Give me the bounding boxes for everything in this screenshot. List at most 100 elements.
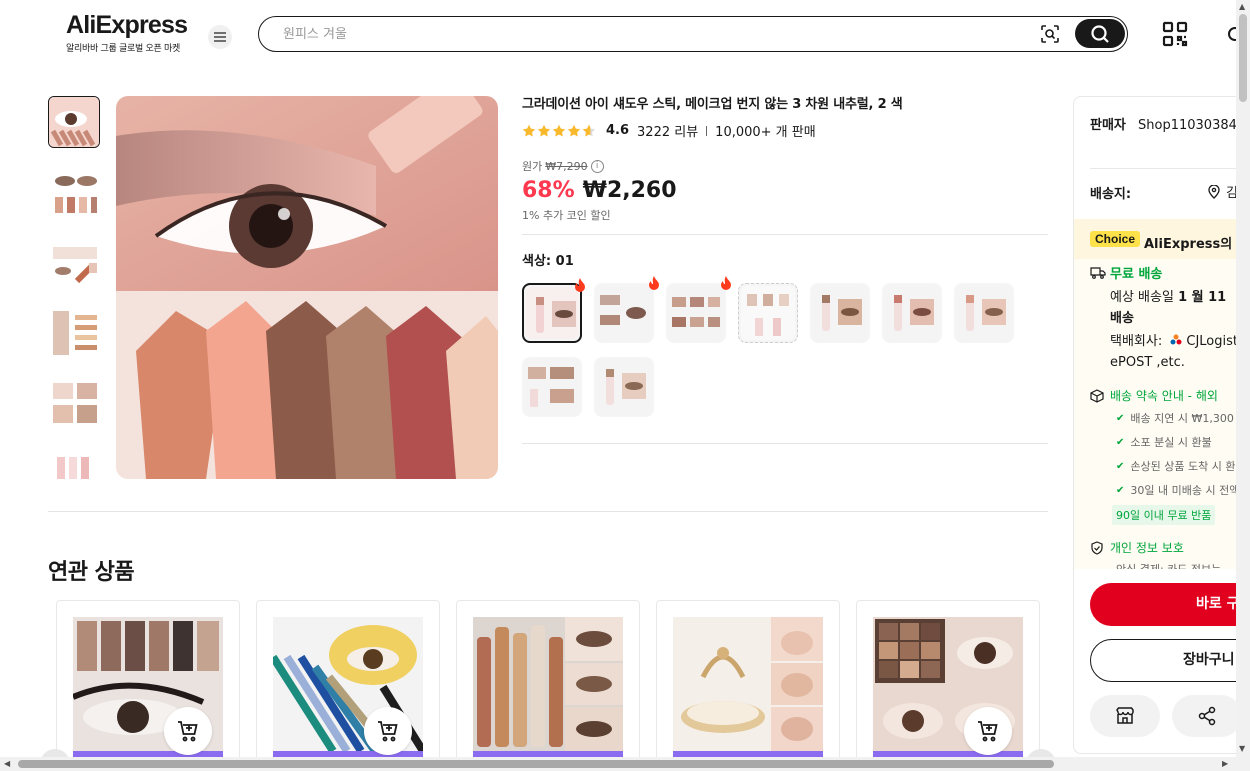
related-product-image: [673, 617, 823, 751]
color-swatch[interactable]: [594, 357, 654, 417]
carrier-name: CJLogistics,: [1186, 334, 1243, 349]
menu-button[interactable]: [208, 25, 232, 49]
camera-search-icon: [1041, 25, 1059, 43]
free-shipping[interactable]: 무료 배송: [1090, 263, 1162, 282]
coin-discount-note: 1% 추가 코인 할인: [522, 209, 611, 222]
promise-item-text: 30일 내 미배송 시 전액: [1130, 484, 1240, 497]
star-icon: [537, 124, 551, 137]
main-product-image[interactable]: [116, 96, 498, 479]
carrier-label: 택배회사:: [1110, 334, 1163, 349]
horizontal-scrollbar[interactable]: ◀ ▶: [0, 757, 1236, 771]
add-to-cart-button[interactable]: [164, 707, 212, 755]
original-price-label: 원가: [522, 160, 543, 173]
scroll-down-arrow[interactable]: ▼: [1239, 744, 1245, 753]
info-icon[interactable]: i: [590, 159, 604, 173]
add-to-cart-button[interactable]: [964, 707, 1012, 755]
thumbnail-list: [48, 96, 102, 479]
delivery-estimate: 예상 배송일 1 월 11 배송: [1110, 287, 1243, 329]
add-to-cart-button[interactable]: [364, 707, 412, 755]
divider: [522, 234, 1048, 235]
qr-code-button[interactable]: [1162, 21, 1188, 47]
vertical-scroll-thumb[interactable]: [1239, 14, 1247, 102]
thumbnail[interactable]: [48, 236, 100, 288]
promise-item: ✔ 배송 지연 시 ₩1,300 쿠: [1116, 411, 1243, 435]
thumbnail[interactable]: [48, 306, 100, 358]
seller-label: 판매자: [1090, 118, 1126, 133]
promise-item-text: 손상된 상품 도착 시 환: [1130, 460, 1236, 473]
share-icon: [1198, 706, 1216, 726]
color-swatch[interactable]: [666, 276, 731, 343]
choice-badge: Choice: [1090, 231, 1141, 247]
thumbnail[interactable]: [48, 376, 100, 428]
hot-icon: [721, 276, 731, 290]
logo-subtitle: 알리바바 그룹 글로벌 오픈 마켓: [66, 44, 180, 54]
star-icon: [552, 124, 566, 137]
privacy-protection[interactable]: 개인 정보 보호: [1090, 539, 1184, 556]
ship-to-label: 배송지:: [1090, 187, 1132, 202]
choice-text: AliExpress의 엄선: [1144, 237, 1243, 252]
share-button[interactable]: [1172, 695, 1242, 737]
color-swatches: [522, 276, 1032, 417]
search-button[interactable]: [1075, 19, 1125, 48]
sale-price: ₩2,260: [582, 178, 677, 203]
product-title: 그라데이션 아이 섀도우 스틱, 메이크업 번지 않는 3 차원 내추럴, 2 …: [522, 97, 903, 112]
promise-item: ✔ 손상된 상품 도착 시 환: [1116, 459, 1243, 483]
original-price-row: 원가 ₩7,290 i: [522, 158, 1048, 174]
free-return-tag: 90일 이내 무료 반품: [1112, 505, 1216, 525]
check-icon: ✔: [1116, 485, 1125, 496]
rating-stars[interactable]: [522, 124, 596, 138]
color-swatch[interactable]: [522, 278, 585, 343]
divider: [706, 125, 708, 136]
camera-search-button[interactable]: [1039, 23, 1061, 45]
ship-to-location[interactable]: 김: [1208, 182, 1238, 201]
promise-item-text: 배송 지연 시 ₩1,300 쿠: [1130, 412, 1243, 425]
color-swatch[interactable]: [738, 283, 798, 343]
color-swatch[interactable]: [954, 283, 1014, 343]
thumbnail[interactable]: [48, 96, 100, 148]
search-input[interactable]: [283, 24, 1023, 44]
seller-row: 판매자 Shop1103038413 Store: [1090, 114, 1243, 133]
add-to-cart-button[interactable]: 장바구니: [1090, 639, 1243, 682]
color-swatch[interactable]: [522, 357, 582, 417]
related-product-card[interactable]: [456, 600, 640, 758]
purchase-panel: 판매자 Shop1103038413 Store 배송지: 김 Choice A…: [1073, 96, 1243, 754]
promise-item: ✔ 소포 분실 시 환불: [1116, 435, 1243, 459]
discount-percent: 68%: [522, 178, 575, 203]
related-product-card[interactable]: [856, 600, 1040, 758]
vertical-scrollbar[interactable]: ▲ ▼: [1236, 0, 1250, 771]
store-icon: [1116, 707, 1134, 724]
scroll-right-arrow[interactable]: ▶: [1222, 759, 1228, 768]
buy-now-button[interactable]: 바로 구매: [1090, 583, 1243, 626]
shipping-details: 무료 배송 예상 배송일 1 월 11 배송 택배회사: CJLogistics…: [1074, 259, 1243, 569]
product-info: 그라데이션 아이 섀도우 스틱, 메이크업 번지 않는 3 차원 내추럴, 2 …: [522, 96, 1048, 444]
delivery-promise-title: 배송 약속 안내 - 해외: [1110, 389, 1218, 403]
cart-add-icon: [178, 721, 198, 742]
horizontal-scroll-thumb[interactable]: [18, 760, 1054, 768]
store-button[interactable]: [1090, 695, 1160, 737]
related-product-card[interactable]: [656, 600, 840, 758]
more-icon[interactable]: [1226, 25, 1236, 43]
delivery-promise[interactable]: 배송 약속 안내 - 해외: [1090, 387, 1218, 404]
free-shipping-label: 무료 배송: [1110, 267, 1163, 282]
related-product-card[interactable]: [56, 600, 240, 758]
check-icon: ✔: [1116, 413, 1125, 424]
related-product-card[interactable]: [256, 600, 440, 758]
color-label: 색상: 01: [522, 254, 574, 269]
scroll-left-arrow[interactable]: ◀: [4, 759, 10, 768]
shield-check-icon: [1091, 540, 1103, 555]
price-row: 68% ₩2,260: [522, 178, 1048, 203]
seller-name[interactable]: Shop1103038413 Store: [1138, 118, 1243, 133]
choice-banner[interactable]: Choice AliExpress의 엄선: [1074, 219, 1243, 259]
eta-date: 1 월 11: [1178, 290, 1227, 305]
review-count[interactable]: 3222 리뷰: [637, 121, 698, 140]
check-icon: ✔: [1116, 461, 1125, 472]
thumbnail[interactable]: [48, 446, 100, 479]
color-swatch[interactable]: [810, 283, 870, 343]
color-swatch[interactable]: [882, 283, 942, 343]
aliexpress-logo[interactable]: AliExpress 알리바바 그룹 글로벌 오픈 마켓: [66, 10, 188, 54]
related-products-title: 연관 상품: [48, 560, 135, 585]
cart-add-icon: [378, 721, 398, 742]
scroll-up-arrow[interactable]: ▲: [1239, 2, 1245, 11]
color-swatch[interactable]: [594, 276, 659, 343]
thumbnail[interactable]: [48, 166, 100, 218]
